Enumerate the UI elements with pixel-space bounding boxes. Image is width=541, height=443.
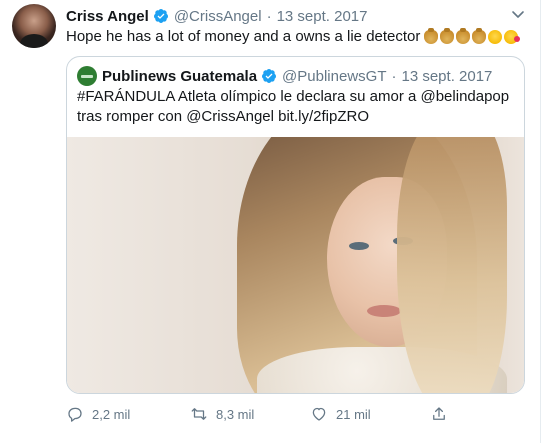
retweet-button[interactable]: 8,3 mil [190,403,254,425]
reply-icon [68,407,82,422]
share-button[interactable] [430,403,448,425]
photo-eye-left [349,242,369,250]
money-bag-icon [472,28,487,44]
photo-hair-right [397,137,507,393]
photo-lips [367,305,401,317]
tweet-text: Hope he has a lot of money and a owns a … [66,28,421,45]
share-icon [433,407,445,420]
separator-dot: · [391,67,397,85]
quoted-tweet-header: Publinews Guatemala @PublinewsGT · 13 se… [77,66,492,86]
author-name[interactable]: Criss Angel [66,8,149,25]
emoji-group [424,28,521,44]
quoted-tweet-date: 13 sept. 2017 [401,67,493,85]
quoted-author-avatar [77,66,97,86]
money-bag-icon [456,28,471,44]
heart-icon [312,407,326,421]
verified-badge-icon [262,69,277,83]
author-handle[interactable]: @CrissAngel [174,8,262,25]
like-count: 21 mil [336,406,371,422]
quoted-author-handle: @PublinewsGT [282,67,387,85]
retweet-count: 8,3 mil [216,406,255,422]
reply-count: 2,2 mil [92,406,131,422]
tweet-text-row: Hope he has a lot of money and a owns a … [66,27,521,47]
tweet-actions: 2,2 mil 8,3 mil 21 mil [66,403,486,425]
tears-of-joy-icon [488,30,503,44]
money-bag-icon [440,28,455,44]
chevron-down-icon[interactable] [510,6,526,22]
tweet[interactable]: Criss Angel @CrissAngel · 13 sept. 2017 … [0,0,541,443]
verified-badge-icon [153,9,168,23]
quoted-tweet-photo[interactable] [67,137,524,393]
retweet-icon [191,408,207,420]
money-bag-icon [424,28,439,44]
quoted-author-name: Publinews Guatemala [102,67,258,85]
author-avatar[interactable] [12,4,56,48]
tweet-date[interactable]: 13 sept. 2017 [277,8,368,25]
separator-dot: · [266,7,272,25]
reply-button[interactable]: 2,2 mil [66,403,130,425]
quoted-tweet-text: #FARÁNDULA Atleta olímpico le declara su… [77,88,510,125]
face-blowing-kiss-icon [504,30,521,44]
tweet-header: Criss Angel @CrissAngel · 13 sept. 2017 [66,6,368,26]
quoted-tweet[interactable]: Publinews Guatemala @PublinewsGT · 13 se… [66,56,525,394]
like-button[interactable]: 21 mil [310,403,371,425]
